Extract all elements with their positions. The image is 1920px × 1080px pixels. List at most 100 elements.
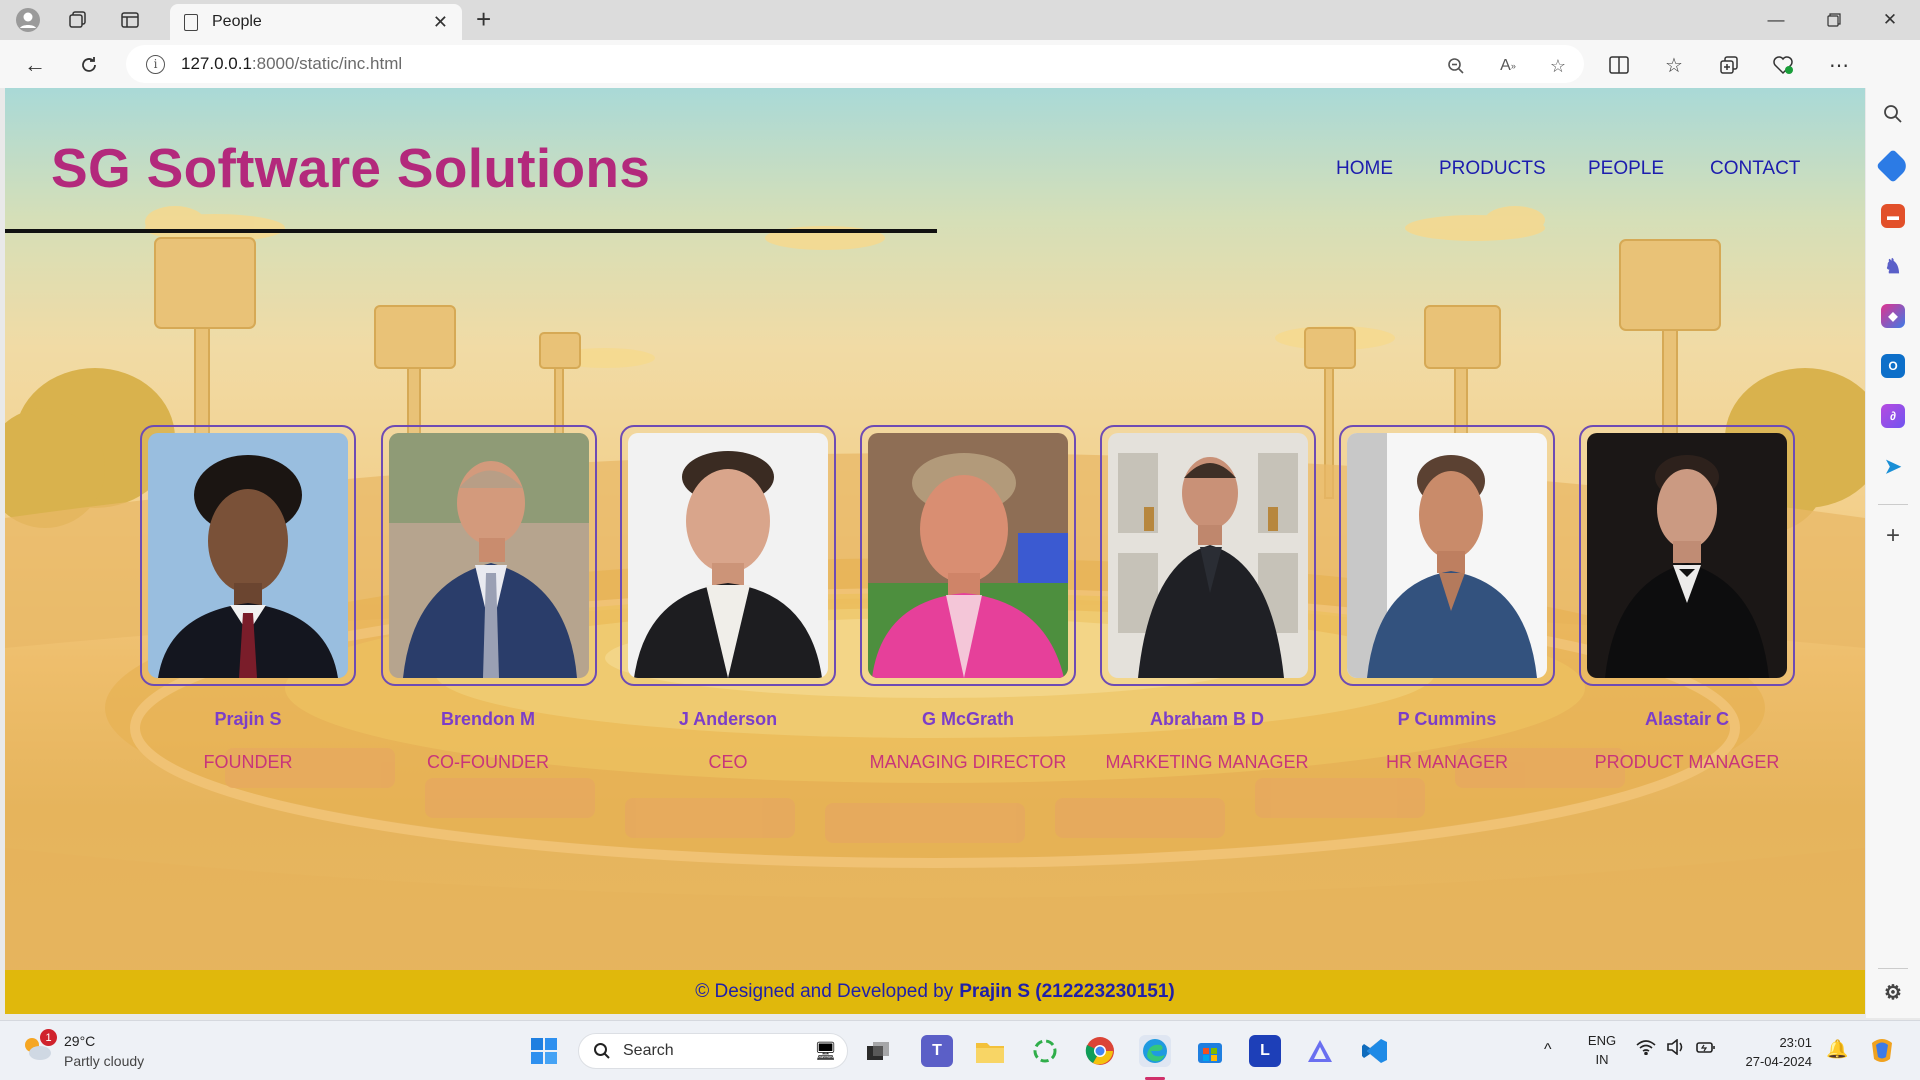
vertical-tabs-icon[interactable]: [116, 6, 144, 34]
chrome-icon[interactable]: [1084, 1035, 1116, 1067]
person-photo: [1587, 433, 1787, 678]
person-photo: [1347, 433, 1547, 678]
person-name: P Cummins: [1397, 709, 1497, 729]
tools-icon[interactable]: ▬: [1881, 204, 1905, 228]
edge-icon[interactable]: [1139, 1035, 1171, 1067]
person-role: CO-FOUNDER: [427, 752, 549, 772]
search-icon: [594, 1043, 610, 1059]
vector-app-icon[interactable]: [1304, 1035, 1336, 1067]
favorites-icon[interactable]: ☆: [1661, 52, 1687, 78]
edge-sidebar: ▬ ♞ ◆ O ∂ ➤ + ⚙: [1866, 40, 1920, 1018]
vscode-icon[interactable]: [1359, 1035, 1391, 1067]
browser-tab-bar: People ✕ + — ✕: [0, 0, 1920, 40]
nav-contact-link[interactable]: CONTACT: [1710, 158, 1800, 180]
weather-badge: 1: [40, 1029, 57, 1046]
workspaces-icon[interactable]: [64, 6, 92, 34]
person-card-5: [1100, 425, 1316, 686]
person-photo: [148, 433, 348, 678]
teams-icon[interactable]: T: [921, 1035, 953, 1067]
person-card-1: [140, 425, 356, 686]
designer-icon[interactable]: ∂: [1881, 404, 1905, 428]
microsoft-365-icon[interactable]: ◆: [1881, 304, 1905, 328]
clock-time: 23:01: [1779, 1035, 1812, 1050]
person-photo: [1108, 433, 1308, 678]
title-underline: [5, 229, 937, 233]
site-title: SG Software Solutions: [51, 137, 651, 199]
browser-essentials-icon[interactable]: [1770, 52, 1796, 78]
person-card-4: [860, 425, 1076, 686]
nav-people-link[interactable]: PEOPLE: [1588, 158, 1664, 180]
l-app-icon[interactable]: L: [1249, 1035, 1281, 1067]
tab-title: People: [212, 13, 262, 30]
settings-more-icon[interactable]: ⋯: [1826, 52, 1852, 78]
nav-home-link[interactable]: HOME: [1336, 158, 1393, 180]
restore-icon[interactable]: [1814, 6, 1854, 34]
site-footer: © Designed and Developed by Prajin S (21…: [5, 970, 1865, 1014]
sync-app-icon[interactable]: [1029, 1035, 1061, 1067]
task-view-icon[interactable]: [862, 1035, 894, 1067]
weather-temperature[interactable]: 29°C: [64, 1033, 95, 1049]
close-tab-icon[interactable]: ✕: [433, 12, 448, 33]
store-icon[interactable]: [1194, 1035, 1226, 1067]
favorite-star-icon[interactable]: ☆: [1546, 54, 1570, 78]
weather-description[interactable]: Partly cloudy: [64, 1053, 144, 1069]
person-name: Alastair C: [1644, 709, 1730, 729]
collections-icon[interactable]: [1716, 52, 1742, 78]
footer-author: Prajin S (212223230151): [959, 981, 1175, 1002]
profile-icon[interactable]: [14, 6, 42, 34]
close-window-icon[interactable]: ✕: [1870, 6, 1910, 34]
person-card-3: [620, 425, 836, 686]
new-tab-icon[interactable]: +: [476, 4, 491, 35]
sidebar-search-icon[interactable]: [1881, 102, 1905, 126]
split-screen-icon[interactable]: [1606, 52, 1632, 78]
person-role: MARKETING MANAGER: [1105, 752, 1309, 772]
system-clock[interactable]: 23:01 27-04-2024: [1736, 1033, 1813, 1071]
url-host: 127.0.0.1: [181, 54, 252, 73]
zoom-out-icon[interactable]: [1444, 54, 1468, 78]
person-card-7: [1579, 425, 1795, 686]
person-name: Brendon M: [441, 709, 535, 729]
site-info-icon[interactable]: i: [146, 54, 165, 74]
games-icon[interactable]: ♞: [1881, 254, 1905, 278]
person-card-2: [381, 425, 597, 686]
read-aloud-icon[interactable]: A»: [1496, 54, 1520, 78]
send-icon[interactable]: ➤: [1881, 454, 1905, 478]
person-photo: [868, 433, 1068, 678]
person-photo: [628, 433, 828, 678]
sidebar-settings-icon[interactable]: ⚙: [1881, 980, 1905, 1004]
region-indicator[interactable]: IN: [1584, 1052, 1620, 1067]
person-role: CEO: [708, 752, 748, 772]
start-icon[interactable]: [528, 1035, 560, 1067]
battery-icon[interactable]: [1696, 1039, 1716, 1058]
footer-text: © Designed and Developed by: [695, 981, 954, 1002]
taskbar-search-box[interactable]: Search 🖥: [578, 1033, 848, 1069]
nav-products-link[interactable]: PRODUCTS: [1439, 158, 1546, 180]
search-label: Search: [623, 1042, 674, 1059]
add-sidebar-app-icon[interactable]: +: [1881, 522, 1905, 549]
outlook-icon[interactable]: O: [1881, 354, 1905, 378]
page-icon: [184, 13, 198, 31]
person-role: MANAGING DIRECTOR: [869, 752, 1067, 772]
back-icon[interactable]: ←: [20, 50, 50, 80]
file-explorer-icon[interactable]: [974, 1035, 1006, 1067]
language-indicator[interactable]: ENG: [1584, 1033, 1620, 1048]
active-tab[interactable]: People ✕: [170, 4, 462, 40]
address-toolbar: ← i 127.0.0.1:8000/static/inc.html A» ☆ …: [0, 40, 1920, 88]
volume-icon[interactable]: [1666, 1038, 1686, 1058]
copilot-taskbar-icon[interactable]: [1866, 1035, 1898, 1067]
sidebar-divider: [1878, 504, 1908, 505]
minimize-icon[interactable]: —: [1756, 6, 1796, 34]
show-hidden-icons[interactable]: ^: [1544, 1041, 1552, 1059]
sidebar-divider-bottom: [1878, 968, 1908, 969]
windows-taskbar: 1 29°C Partly cloudy Search 🖥 T L ^ ENG …: [0, 1020, 1920, 1080]
person-name: Prajin S: [214, 709, 282, 729]
notification-bell-icon[interactable]: 🔔: [1826, 1039, 1848, 1060]
address-bar[interactable]: i 127.0.0.1:8000/static/inc.html A» ☆: [126, 45, 1584, 83]
person-role: PRODUCT MANAGER: [1594, 752, 1780, 772]
url-path: :8000/static/inc.html: [251, 54, 403, 73]
search-highlight-icon: 🖥: [814, 1040, 837, 1061]
refresh-icon[interactable]: [74, 50, 104, 80]
shopping-tag-icon[interactable]: [1876, 149, 1910, 183]
clock-date: 27-04-2024: [1745, 1054, 1813, 1069]
wifi-icon[interactable]: [1636, 1039, 1656, 1060]
